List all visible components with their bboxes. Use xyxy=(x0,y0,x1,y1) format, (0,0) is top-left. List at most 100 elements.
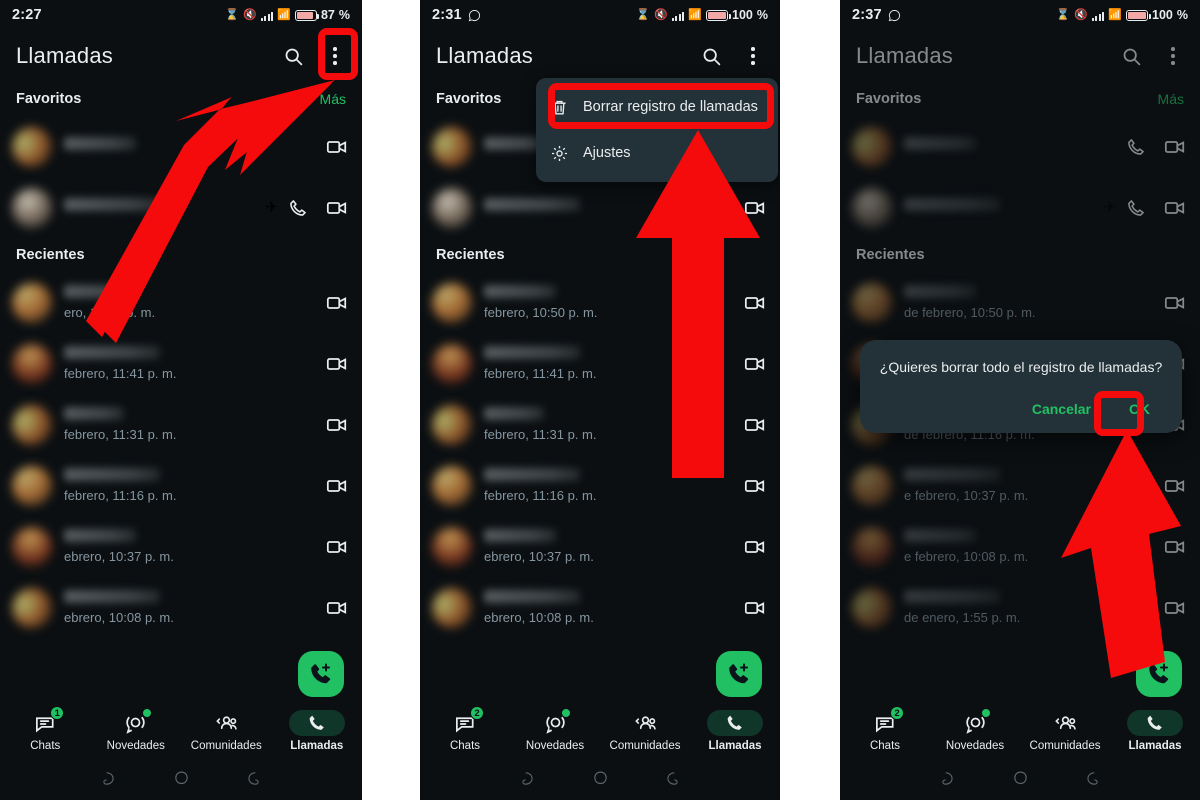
nav-tab-chats[interactable]: 1 Chats xyxy=(0,706,91,752)
call-timestamp: ebrero, 10:37 p. m. xyxy=(64,549,174,564)
video-call-icon[interactable] xyxy=(326,536,348,558)
gear-icon xyxy=(550,144,569,163)
video-call-icon[interactable] xyxy=(744,536,766,558)
call-row[interactable]: febrero, 11:31 p. m. xyxy=(0,394,362,455)
home-nav-icon[interactable] xyxy=(173,770,190,792)
nav-tab-llamadas[interactable]: Llamadas xyxy=(690,710,780,752)
favorites-more-link[interactable]: Más xyxy=(1158,91,1184,107)
video-call-icon[interactable] xyxy=(326,597,348,619)
nav-tab-chats[interactable]: 2 Chats xyxy=(840,706,930,752)
home-nav-icon[interactable] xyxy=(1012,770,1029,792)
call-row-text: febrero, 11:16 p. m. xyxy=(64,468,316,503)
video-call-icon[interactable] xyxy=(326,414,348,436)
favorites-label: Favoritos xyxy=(16,91,82,107)
favorite-row[interactable]: ✈ xyxy=(840,177,1200,238)
nav-tab-novedades[interactable]: Novedades xyxy=(510,708,600,752)
data-transfer-icon: 📶 xyxy=(1108,8,1123,21)
favorite-row-text xyxy=(904,197,1099,218)
communities-icon xyxy=(617,710,673,736)
battery-percent-suffix: % xyxy=(338,8,350,22)
nav-tab-comunidades[interactable]: Comunidades xyxy=(181,710,272,752)
recents-nav-icon[interactable] xyxy=(101,770,118,792)
phone-screen-2: 2:31 ⌛ 🔇 📶 100 % Llamadas Favoritos Reci… xyxy=(420,0,780,800)
voice-call-icon[interactable] xyxy=(1126,137,1146,157)
battery-percent: 87 xyxy=(320,8,335,22)
call-row-text: febrero, 11:31 p. m. xyxy=(64,407,316,442)
video-call-icon[interactable] xyxy=(1164,136,1186,158)
cancel-button[interactable]: Cancelar xyxy=(1018,393,1105,425)
voice-call-icon[interactable] xyxy=(1126,198,1146,218)
call-row[interactable]: ebrero, 10:37 p. m. xyxy=(420,516,780,577)
annotation-highlight-borrar-registro xyxy=(548,83,774,129)
avatar xyxy=(432,187,472,228)
recents-nav-icon[interactable] xyxy=(520,770,537,792)
overflow-menu-icon[interactable] xyxy=(1160,43,1186,69)
nav-tab-llamadas[interactable]: Llamadas xyxy=(272,710,363,752)
new-call-fab[interactable] xyxy=(716,651,762,697)
avatar xyxy=(432,404,472,445)
search-icon[interactable] xyxy=(1118,43,1144,69)
video-call-icon[interactable] xyxy=(744,597,766,619)
communities-icon xyxy=(198,710,254,736)
page-title: Llamadas xyxy=(436,43,533,68)
nav-tab-novedades[interactable]: Novedades xyxy=(91,708,182,752)
app-bar-actions xyxy=(698,43,766,69)
call-row-text: ebrero, 10:08 p. m. xyxy=(484,590,734,625)
call-row-text: ebrero, 10:37 p. m. xyxy=(64,529,316,564)
nav-label-llamadas: Llamadas xyxy=(290,740,344,752)
new-call-fab[interactable] xyxy=(298,651,344,697)
avatar xyxy=(12,187,52,228)
bottom-navigation: 2 Chats Novedades Comunidades Llamadas xyxy=(420,700,780,762)
annotation-highlight-overflow-menu xyxy=(318,28,358,80)
call-row[interactable]: ebrero, 10:08 p. m. xyxy=(420,577,780,638)
back-nav-icon[interactable] xyxy=(663,770,680,792)
overflow-menu-icon[interactable] xyxy=(740,43,766,69)
nav-tab-llamadas[interactable]: Llamadas xyxy=(1110,710,1200,752)
status-bar-right: ⌛ 🔇 📶 100 % xyxy=(636,8,768,22)
home-nav-icon[interactable] xyxy=(592,770,609,792)
page-title: Llamadas xyxy=(16,43,113,68)
recents-nav-icon[interactable] xyxy=(940,770,957,792)
nav-tab-comunidades[interactable]: Comunidades xyxy=(1020,710,1110,752)
nav-label-novedades: Novedades xyxy=(525,740,585,752)
call-row[interactable]: febrero, 11:16 p. m. xyxy=(0,455,362,516)
chats-icon: 2 xyxy=(437,706,493,736)
back-nav-icon[interactable] xyxy=(1083,770,1100,792)
back-nav-icon[interactable] xyxy=(244,770,261,792)
app-bar: Llamadas xyxy=(840,30,1200,82)
nav-tab-novedades[interactable]: Novedades xyxy=(930,708,1020,752)
nav-label-novedades: Novedades xyxy=(106,740,165,752)
status-clock: 2:37 xyxy=(852,7,882,23)
nav-label-comunidades: Comunidades xyxy=(190,740,262,752)
battery-percent: 100 xyxy=(1152,8,1173,22)
search-icon[interactable] xyxy=(698,43,724,69)
status-bar-left: 2:27 xyxy=(12,7,42,23)
chats-icon: 1 xyxy=(17,706,73,736)
calls-icon xyxy=(1127,710,1183,736)
favorite-row[interactable] xyxy=(840,116,1200,177)
signal-icon xyxy=(260,10,274,21)
calls-icon xyxy=(288,710,345,736)
status-bar: 2:27 ⌛ 🔇 📶 87 % xyxy=(0,0,362,30)
status-clock: 2:27 xyxy=(12,7,42,23)
dialog-message: ¿Quieres borrar todo el registro de llam… xyxy=(879,359,1163,375)
call-timestamp: ebrero, 10:08 p. m. xyxy=(64,610,174,625)
signal-icon xyxy=(671,10,685,21)
video-call-icon[interactable] xyxy=(1164,197,1186,219)
video-call-icon[interactable] xyxy=(326,475,348,497)
chats-badge: 2 xyxy=(470,706,484,720)
search-icon[interactable] xyxy=(280,43,306,69)
video-call-icon[interactable] xyxy=(1164,292,1186,314)
call-timestamp: ebrero, 10:08 p. m. xyxy=(484,610,594,625)
call-row[interactable]: de febrero, 10:50 p. m. xyxy=(840,272,1200,333)
status-bar-right: ⌛ 🔇 📶 87 % xyxy=(225,8,350,22)
nav-tab-chats[interactable]: 2 Chats xyxy=(420,706,510,752)
app-bar-actions xyxy=(1118,43,1186,69)
call-row[interactable]: ebrero, 10:37 p. m. xyxy=(0,516,362,577)
novedades-dot-badge xyxy=(141,708,152,718)
novedades-dot-badge xyxy=(981,708,991,718)
nav-label-comunidades: Comunidades xyxy=(1029,740,1101,752)
nav-tab-comunidades[interactable]: Comunidades xyxy=(600,710,690,752)
avatar xyxy=(432,126,472,167)
call-row[interactable]: ebrero, 10:08 p. m. xyxy=(0,577,362,638)
